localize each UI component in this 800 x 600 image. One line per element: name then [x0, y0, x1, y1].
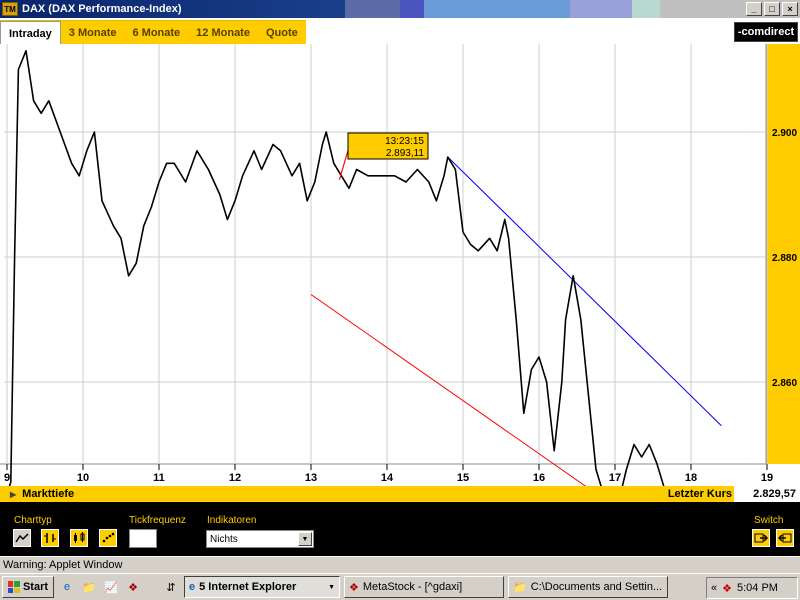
internet-explorer-task-icon: e — [189, 581, 196, 593]
title-bar-segment — [400, 0, 424, 18]
x-tick-label: 17 — [609, 472, 621, 484]
dropdown-arrow-icon[interactable]: ▼ — [298, 532, 312, 546]
x-axis-panel — [0, 464, 800, 486]
indikatoren-selected-value: Nichts — [210, 533, 238, 545]
tray-app-icon[interactable]: ❖ — [722, 582, 732, 595]
tickfrequenz-label: Tickfrequenz — [129, 515, 186, 526]
candlestick-icon — [74, 532, 85, 543]
y-tick-label: 2.860 — [772, 378, 797, 389]
charttyp-label: Charttyp — [14, 515, 52, 526]
comdirect-logo: -comdirect — [734, 22, 798, 42]
y-tick-label: 2.900 — [772, 128, 797, 139]
indikatoren-label: Indikatoren — [207, 515, 257, 526]
x-tick-label: 13 — [305, 472, 317, 484]
last-price-label: Letzter Kurs — [667, 488, 732, 500]
title-area: TM DAX (DAX Performance-Index) — [0, 0, 345, 18]
system-tray: « ❖ 5:04 PM — [706, 577, 798, 599]
switch-back-icon — [778, 533, 792, 543]
task-label: 5 Internet Explorer — [199, 581, 297, 593]
group-arrow-icon: ▼ — [328, 583, 335, 591]
price-line[interactable] — [7, 50, 695, 486]
last-price-value: 2.829,57 — [734, 486, 800, 502]
period-tabs: Intraday 3 Monate 6 Monate 12 Monate Quo… — [0, 20, 306, 45]
line-chart-type-button[interactable] — [13, 529, 31, 547]
x-tick-label: 10 — [77, 472, 89, 484]
tooltip-time: 13:23:15 — [385, 136, 424, 147]
markttiefe-link[interactable]: Markttiefe — [22, 488, 74, 500]
window-title-bar[interactable]: TM DAX (DAX Performance-Index) _ □ × — [0, 0, 800, 18]
price-bar: ▶ Markttiefe Letzter Kurs 2.829,57 — [0, 486, 800, 502]
tooltip-value: 2.893,11 — [386, 148, 425, 159]
switch-button-2[interactable] — [776, 529, 794, 547]
x-tick-label: 16 — [533, 472, 545, 484]
x-tick-label: 18 — [685, 472, 697, 484]
title-bar-segment — [632, 0, 660, 18]
x-tick-label: 9 — [4, 472, 10, 484]
intraday-chart[interactable]: 9101112131415161718192.9002.8802.8602.84… — [0, 44, 800, 486]
windows-logo-icon — [7, 581, 20, 593]
candle-chart-type-button[interactable] — [70, 529, 88, 547]
applet-warning-bar: Warning: Applet Window — [0, 556, 800, 573]
app-icon[interactable]: TM — [2, 2, 18, 16]
metastock-task-icon: ❖ — [349, 581, 359, 594]
window-title: DAX (DAX Performance-Index) — [22, 3, 182, 15]
tab-12-monate[interactable]: 12 Monate — [188, 21, 258, 45]
maximize-button[interactable]: □ — [764, 2, 780, 16]
internet-explorer-icon[interactable]: e — [58, 578, 76, 596]
metastock-bull-icon[interactable]: ❖ — [124, 578, 142, 596]
switch-label: Switch — [754, 515, 784, 526]
taskbar-scroll-icon[interactable]: ⇵ — [162, 578, 180, 596]
switch-window-icon — [754, 533, 768, 543]
chart-app-icon[interactable]: 📈 — [102, 578, 120, 596]
ohlc-chart-type-button[interactable] — [41, 529, 59, 547]
switch-button-1[interactable] — [752, 529, 770, 547]
tab-intraday[interactable]: Intraday — [0, 21, 61, 45]
taskbar-task-metastock[interactable]: ❖ MetaStock - [^gdaxi] — [344, 576, 504, 598]
applet-warning-text: Warning: Applet Window — [3, 559, 123, 571]
title-bar-segment — [570, 0, 632, 18]
x-tick-label: 14 — [381, 472, 394, 484]
start-button[interactable]: Start — [2, 576, 54, 598]
taskbar-task-internet-explorer[interactable]: e 5 Internet Explorer ▼ — [184, 576, 340, 598]
upper-trend-line[interactable] — [447, 156, 722, 427]
y-tick-label: 2.880 — [772, 253, 797, 264]
tab-6-monate[interactable]: 6 Monate — [124, 21, 188, 45]
dot-chart-icon — [102, 532, 115, 543]
x-tick-label: 12 — [229, 472, 241, 484]
line-chart-icon — [15, 533, 29, 543]
tab-3-monate[interactable]: 3 Monate — [61, 21, 125, 45]
ohlc-chart-icon — [44, 533, 56, 543]
window-controls: _ □ × — [660, 0, 800, 18]
indikatoren-select[interactable]: Nichts ▼ — [206, 530, 314, 548]
start-label: Start — [22, 581, 49, 593]
taskbar-task-explorer[interactable]: 📁 C:\Documents and Settin... — [508, 576, 668, 598]
folder-task-icon: 📁 — [513, 581, 527, 594]
task-label: MetaStock - [^gdaxi] — [362, 581, 463, 593]
x-tick-label: 15 — [457, 472, 469, 484]
minimize-button[interactable]: _ — [746, 2, 762, 16]
clock[interactable]: 5:04 PM — [737, 582, 778, 594]
task-label: C:\Documents and Settin... — [530, 581, 663, 593]
chart-controls-panel — [0, 502, 800, 556]
tray-expand-icon[interactable]: « — [711, 582, 717, 594]
title-bar-segment — [345, 0, 400, 18]
tab-quote[interactable]: Quote — [258, 21, 306, 45]
lower-trend-line[interactable] — [310, 294, 714, 487]
windows-taskbar: Start e 📁 📈 ❖ ⇵ e 5 Internet Explorer ▼ … — [0, 573, 800, 600]
chart-canvas[interactable]: 9101112131415161718192.9002.8802.8602.84… — [0, 44, 800, 486]
title-bar-segment — [424, 0, 570, 18]
close-button[interactable]: × — [782, 2, 798, 16]
folder-icon[interactable]: 📁 — [80, 578, 98, 596]
tab-bar: Intraday 3 Monate 6 Monate 12 Monate Quo… — [0, 18, 800, 45]
x-tick-label: 11 — [153, 472, 165, 484]
x-tick-label: 19 — [761, 472, 773, 484]
expand-arrow-icon[interactable]: ▶ — [10, 490, 16, 499]
tickfrequenz-input[interactable] — [129, 529, 157, 548]
point-chart-type-button[interactable] — [99, 529, 117, 547]
y-axis-panel — [766, 44, 800, 486]
